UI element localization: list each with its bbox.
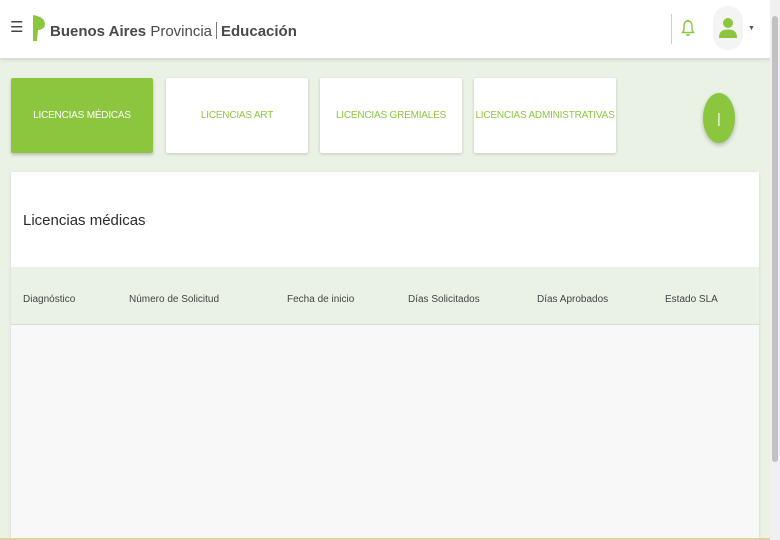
floating-action-button[interactable]: |	[703, 93, 735, 143]
table-body	[11, 325, 759, 540]
column-header-dias-solicitados[interactable]: Días Solicitados	[408, 294, 480, 305]
user-icon	[719, 18, 737, 38]
province-logo-icon	[33, 15, 45, 41]
tab-licencias-medicas[interactable]: LICENCIAS MÉDICAS	[11, 78, 153, 153]
brand-divider	[216, 22, 218, 39]
licenses-card: Licencias médicas Diagnóstico Número de …	[11, 172, 759, 540]
column-header-estado-sla[interactable]: Estado SLA	[665, 294, 718, 305]
bell-icon[interactable]	[681, 19, 695, 37]
tab-licencias-gremiales[interactable]: LICENCIAS GREMIALES	[320, 78, 462, 153]
caret-down-icon[interactable]: ▼	[748, 25, 755, 32]
brand-buenos-aires: Buenos Aires	[50, 23, 147, 40]
tab-licencias-art[interactable]: LICENCIAS ART	[166, 78, 308, 153]
header-divider	[671, 14, 672, 44]
brand-educacion: Educación	[221, 23, 297, 40]
menu-icon[interactable]: ☰	[10, 18, 23, 38]
top-navigation-bar: ☰ Buenos Aires Provincia Educación ▼	[0, 0, 770, 59]
column-header-dias-aprobados[interactable]: Días Aprobados	[537, 294, 608, 305]
user-avatar[interactable]	[713, 6, 743, 50]
column-header-diagnostico[interactable]: Diagnóstico	[23, 294, 75, 305]
page-scrollbar[interactable]	[770, 0, 780, 540]
brand-provincia: Provincia	[150, 23, 213, 40]
tab-licencias-administrativas[interactable]: LICENCIAS ADMINISTRATIVAS	[474, 78, 616, 153]
scrollbar-thumb[interactable]	[772, 16, 778, 462]
table-header: Diagnóstico Número de Solicitud Fecha de…	[11, 267, 759, 325]
column-header-fecha-inicio[interactable]: Fecha de inicio	[287, 294, 354, 305]
column-header-numero-solicitud[interactable]: Número de Solicitud	[129, 294, 219, 305]
page-title: Licencias médicas	[23, 212, 146, 229]
brand-title[interactable]: Buenos Aires Provincia Educación	[50, 22, 297, 41]
